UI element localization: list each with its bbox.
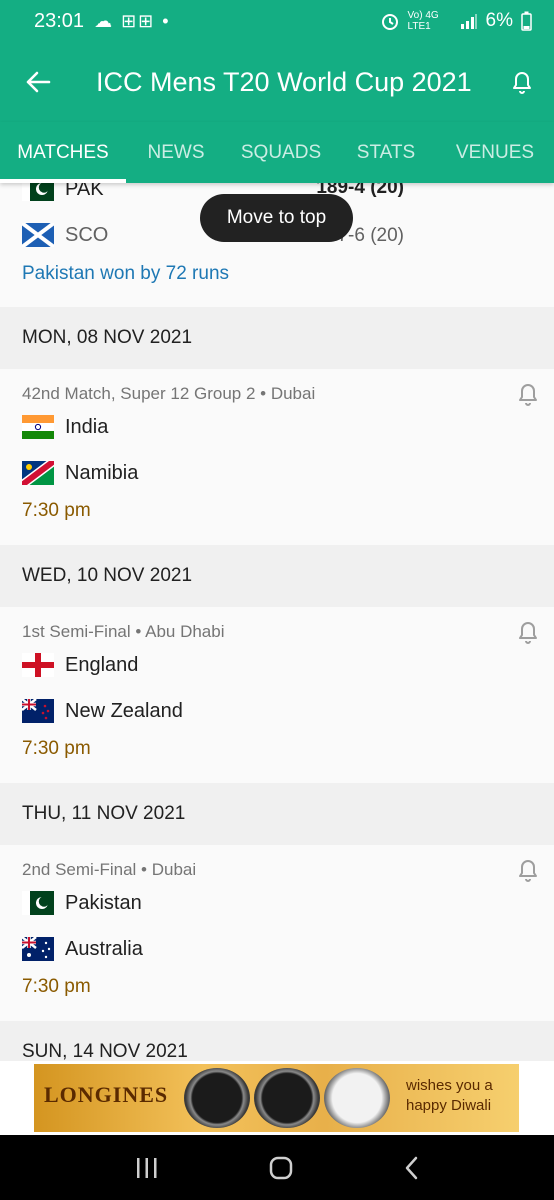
- network-label: Vo) 4G LTE1: [407, 10, 439, 32]
- page-title: ICC Mens T20 World Cup 2021: [96, 66, 472, 97]
- home-icon[interactable]: [268, 1155, 294, 1181]
- tab-news[interactable]: NEWS: [126, 122, 226, 183]
- signal-icon: [460, 14, 477, 29]
- team-name: Pakistan: [65, 891, 142, 914]
- tab-matches[interactable]: MATCHES: [0, 122, 126, 183]
- match-time: 7:30 pm: [22, 976, 91, 997]
- ad-banner[interactable]: LONGINES wishes you a happy Diwali: [34, 1064, 519, 1132]
- team-name: New Zealand: [65, 699, 183, 722]
- bell-icon: [513, 72, 531, 94]
- team-name: Australia: [65, 937, 143, 960]
- team-row: England: [22, 653, 138, 677]
- team-row: Pakistan: [22, 891, 142, 915]
- ad-tagline-line1: wishes you a: [406, 1077, 493, 1094]
- team-name: India: [65, 415, 109, 438]
- tab-squads[interactable]: SQUADS: [226, 122, 336, 183]
- status-bar: 23:01 ☁ ⊞⊞ • Vo) 4G LTE1 6%: [0, 0, 554, 42]
- app-bar: ICC Mens T20 World Cup 2021: [0, 42, 554, 122]
- match-time: 7:30 pm: [22, 500, 91, 521]
- watch-image: [254, 1068, 320, 1128]
- date-header: SUN, 14 NOV 2021: [0, 1021, 554, 1061]
- tab-bar: MATCHES NEWS SQUADS STATS VENUES: [0, 122, 554, 183]
- scotland-flag-icon: [22, 223, 54, 247]
- team-row: Australia: [22, 937, 143, 961]
- date-header: WED, 10 NOV 2021: [0, 545, 554, 607]
- system-nav-bar: [0, 1135, 554, 1200]
- team-code: SCO: [65, 223, 109, 246]
- australia-flag-icon: [22, 937, 54, 961]
- tab-venues[interactable]: VENUES: [436, 122, 554, 183]
- ad-container: LONGINES wishes you a happy Diwali: [0, 1061, 554, 1135]
- back-nav-icon[interactable]: [402, 1155, 420, 1181]
- watch-image: [324, 1068, 390, 1128]
- battery-icon: [521, 11, 532, 31]
- new-zealand-flag-icon: [22, 699, 54, 723]
- date-header: THU, 11 NOV 2021: [0, 783, 554, 845]
- alarm-icon: [381, 14, 398, 30]
- match-info: 42nd Match, Super 12 Group 2 • Dubai: [22, 384, 316, 403]
- pakistan-flag-icon: [22, 183, 54, 201]
- match-card[interactable]: 42nd Match, Super 12 Group 2 • Dubai Ind…: [0, 369, 554, 545]
- ad-brand: LONGINES: [44, 1082, 169, 1107]
- team-name: Namibia: [65, 461, 139, 484]
- notification-icons: ☁ ⊞⊞ •: [94, 10, 171, 31]
- pakistan-flag-icon: [22, 891, 54, 915]
- date-header: MON, 08 NOV 2021: [0, 307, 554, 369]
- team-name: England: [65, 653, 139, 676]
- match-info: 2nd Semi-Final • Dubai: [22, 860, 197, 879]
- namibia-flag-icon: [22, 461, 54, 485]
- india-flag-icon: [22, 415, 54, 439]
- team-row: India: [22, 415, 108, 439]
- match-card[interactable]: 1st Semi-Final • Abu Dhabi England New Z…: [0, 607, 554, 783]
- status-right: Vo) 4G LTE1 6%: [380, 10, 532, 32]
- back-button[interactable]: [0, 42, 76, 122]
- status-time: 23:01: [34, 9, 85, 32]
- watch-image: [184, 1068, 250, 1128]
- bell-icon[interactable]: [516, 619, 540, 645]
- recent-apps-icon[interactable]: [134, 1156, 160, 1180]
- ad-tagline: wishes you a happy Diwali: [406, 1076, 493, 1116]
- tab-stats[interactable]: STATS: [336, 122, 436, 183]
- bell-icon[interactable]: [516, 381, 540, 407]
- battery-percent: 6%: [485, 10, 513, 31]
- match-result[interactable]: Pakistan won by 72 runs: [22, 263, 229, 285]
- team-row: Namibia: [22, 461, 138, 485]
- ad-tagline-line2: happy Diwali: [406, 1097, 492, 1114]
- team-code: PAK: [65, 183, 104, 200]
- match-info: 1st Semi-Final • Abu Dhabi: [22, 622, 225, 641]
- team-row-pak: PAK: [22, 183, 104, 201]
- move-to-top-toast[interactable]: Move to top: [200, 194, 353, 242]
- team-row-sco: SCO: [22, 223, 108, 247]
- team-row: New Zealand: [22, 699, 183, 723]
- england-flag-icon: [22, 653, 54, 677]
- notifications-button[interactable]: [490, 42, 554, 122]
- match-time: 7:30 pm: [22, 738, 91, 759]
- arrow-left-icon: [26, 71, 51, 93]
- bell-icon[interactable]: [516, 857, 540, 883]
- match-card[interactable]: 2nd Semi-Final • Dubai Pakistan Australi…: [0, 845, 554, 1021]
- matches-list[interactable]: PAK 189-4 (20) SCO 117-6 (20) Pakistan w…: [0, 183, 554, 1061]
